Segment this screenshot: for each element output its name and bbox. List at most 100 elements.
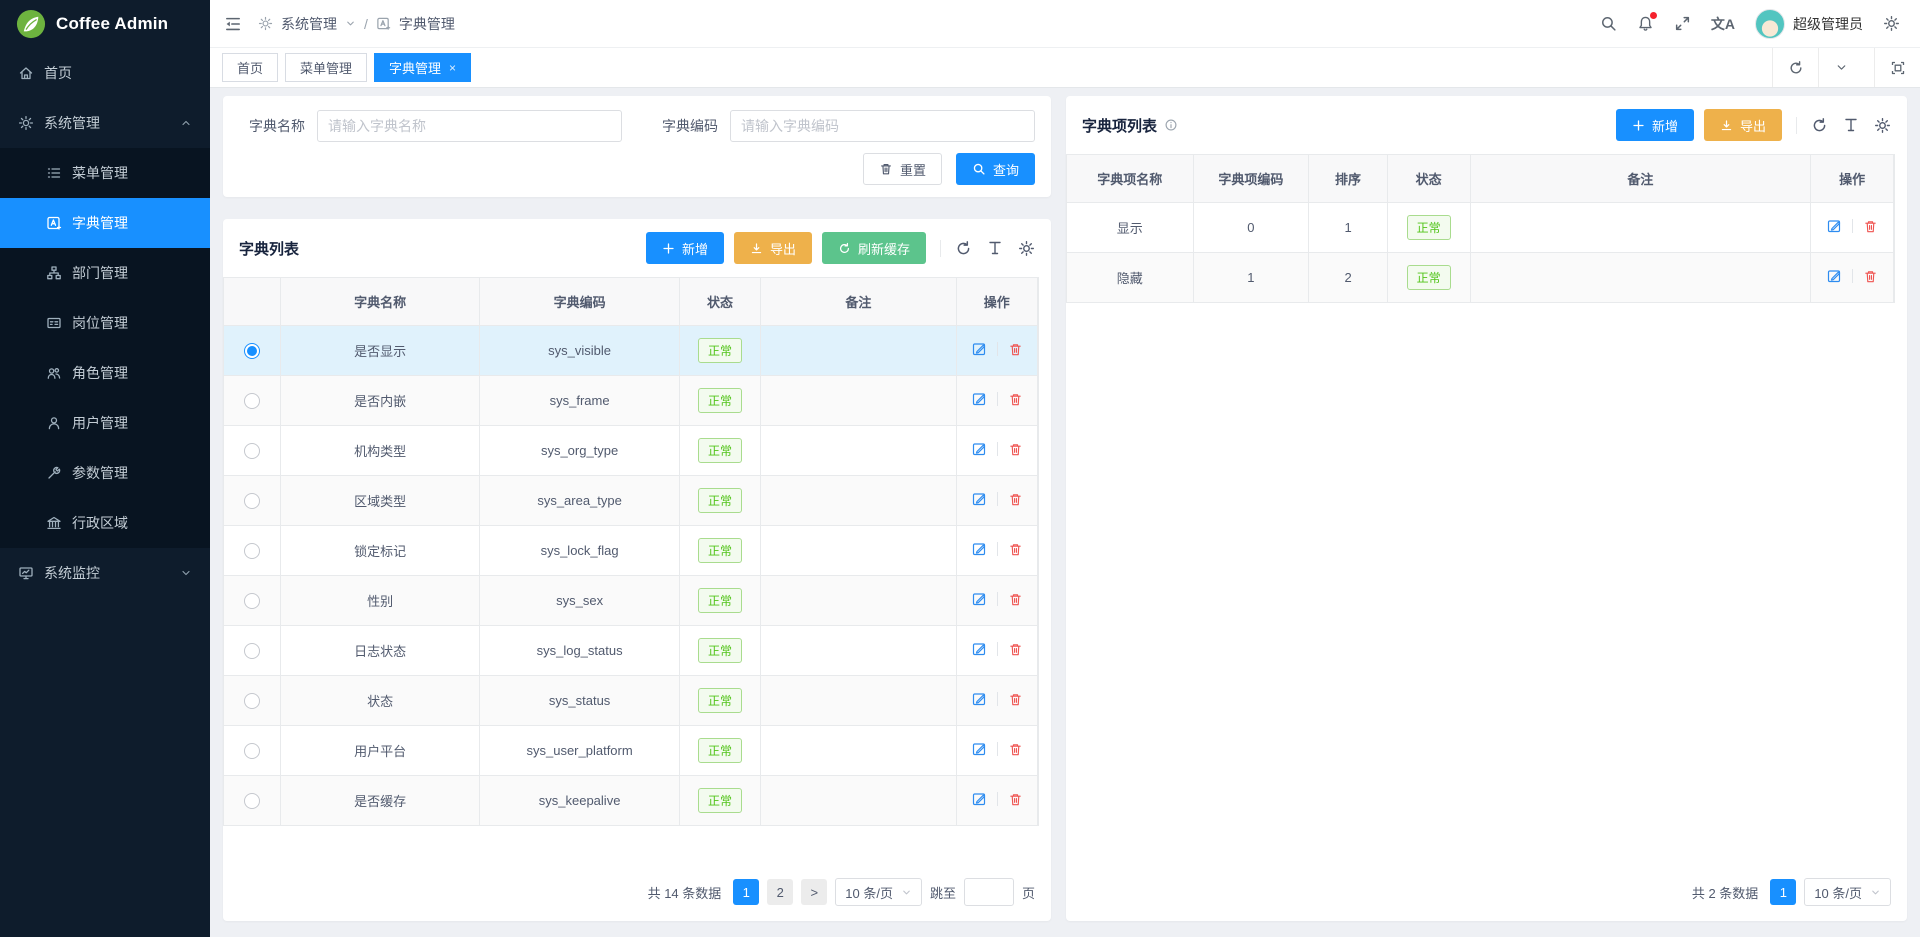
add-dict-item-button[interactable]: 新增 [1616,109,1694,141]
dict-item-row[interactable]: 显示 0 1 正常 [1067,203,1894,253]
page-size-select[interactable]: 10 条/页 [1804,878,1891,906]
row-select-radio[interactable] [244,593,260,609]
export-dict-button[interactable]: 导出 [734,232,812,264]
edit-icon[interactable] [971,791,987,807]
edit-icon[interactable] [1826,218,1842,234]
dict-table-row[interactable]: 机构类型 sys_org_type 正常 [224,426,1038,476]
page-size-select[interactable]: 10 条/页 [835,878,922,906]
row-select-radio[interactable] [244,343,260,359]
search-icon[interactable] [1600,15,1617,32]
user-menu[interactable]: 超级管理员 [1755,9,1863,39]
dict-table-row[interactable]: 是否内嵌 sys_frame 正常 [224,376,1038,426]
row-select-radio[interactable] [244,793,260,809]
close-icon[interactable]: × [449,61,456,75]
query-button[interactable]: 查询 [956,153,1035,185]
add-dict-button[interactable]: 新增 [646,232,724,264]
page-button-1[interactable]: 1 [733,879,759,905]
refresh-cache-button[interactable]: 刷新缓存 [822,232,926,264]
scrollbar-gutter[interactable] [1038,277,1051,826]
delete-icon[interactable] [1008,492,1023,507]
dict-item-row[interactable]: 隐藏 1 2 正常 [1067,253,1894,303]
maximize-content-button[interactable] [1874,48,1920,87]
edit-icon[interactable] [971,691,987,707]
notification-bell[interactable] [1637,15,1654,32]
dict-table-row[interactable]: 用户平台 sys_user_platform 正常 [224,726,1038,776]
edit-icon[interactable] [971,341,987,357]
refresh-tab-button[interactable] [1772,48,1818,87]
dict-table-row[interactable]: 状态 sys_status 正常 [224,676,1038,726]
row-height-icon[interactable] [1843,117,1859,133]
row-select-radio[interactable] [244,393,260,409]
sidebar-item-param-mgmt[interactable]: 参数管理 [0,448,210,498]
dict-table-row[interactable]: 是否缓存 sys_keepalive 正常 [224,776,1038,826]
row-height-icon[interactable] [987,240,1003,256]
dict-code-input[interactable] [730,110,1035,142]
edit-icon[interactable] [1826,268,1842,284]
row-select-radio[interactable] [244,493,260,509]
sidebar-item-dept-mgmt[interactable]: 部门管理 [0,248,210,298]
dict-table-row[interactable]: 日志状态 sys_log_status 正常 [224,626,1038,676]
column-settings-gear-icon[interactable] [1018,240,1035,257]
tab-home[interactable]: 首页 [222,53,278,82]
edit-icon[interactable] [971,741,987,757]
page-button-2[interactable]: 2 [767,879,793,905]
fullscreen-icon[interactable] [1674,15,1691,32]
jump-page-input[interactable] [964,878,1014,906]
row-select-radio[interactable] [244,693,260,709]
delete-icon[interactable] [1008,392,1023,407]
edit-icon[interactable] [971,391,987,407]
edit-icon[interactable] [971,491,987,507]
tab-menu-mgmt[interactable]: 菜单管理 [285,53,367,82]
delete-icon[interactable] [1008,592,1023,607]
dict-table-row[interactable]: 是否显示 sys_visible 正常 [224,326,1038,376]
refresh-table-icon[interactable] [955,240,972,257]
sidebar-item-menu-mgmt[interactable]: 菜单管理 [0,148,210,198]
tab-dict-mgmt[interactable]: 字典管理 × [374,53,471,82]
delete-icon[interactable] [1008,792,1023,807]
sidebar-item-dict-mgmt[interactable]: 字典管理 [0,198,210,248]
settings-gear-icon[interactable] [1883,15,1900,32]
edit-icon[interactable] [971,641,987,657]
row-select-radio[interactable] [244,743,260,759]
delete-icon[interactable] [1008,692,1023,707]
export-dict-items-button[interactable]: 导出 [1704,109,1782,141]
edit-icon[interactable] [971,541,987,557]
translate-icon[interactable]: 文A [1711,14,1735,34]
row-select-radio[interactable] [244,643,260,659]
divider [997,792,998,806]
dict-table-row[interactable]: 区域类型 sys_area_type 正常 [224,476,1038,526]
breadcrumb-parent[interactable]: 系统管理 [281,14,337,34]
dict-table-row[interactable]: 性别 sys_sex 正常 [224,576,1038,626]
sidebar-item-admin-region[interactable]: 行政区域 [0,498,210,548]
sidebar-item-monitor[interactable]: 系统监控 [0,548,210,598]
edit-icon[interactable] [971,591,987,607]
ops-cell [956,676,1037,726]
row-select-radio[interactable] [244,543,260,559]
sidebar-item-post-mgmt[interactable]: 岗位管理 [0,298,210,348]
sidebar-item-home[interactable]: 首页 [0,48,210,98]
bank-icon [46,515,62,531]
row-select-radio[interactable] [244,443,260,459]
dict-name-input[interactable] [317,110,622,142]
refresh-table-icon[interactable] [1811,117,1828,134]
sidebar-item-user-mgmt[interactable]: 用户管理 [0,398,210,448]
sidebar-item-role-mgmt[interactable]: 角色管理 [0,348,210,398]
status-cell: 正常 [679,576,760,626]
delete-icon[interactable] [1008,342,1023,357]
delete-icon[interactable] [1863,269,1878,284]
delete-icon[interactable] [1863,219,1878,234]
delete-icon[interactable] [1008,442,1023,457]
edit-icon[interactable] [971,441,987,457]
reset-button[interactable]: 重置 [863,153,942,185]
delete-icon[interactable] [1008,642,1023,657]
dict-table-row[interactable]: 锁定标记 sys_lock_flag 正常 [224,526,1038,576]
collapse-sidebar-icon[interactable] [224,15,242,33]
delete-icon[interactable] [1008,742,1023,757]
scrollbar-gutter[interactable] [1894,154,1907,303]
tab-options-button[interactable] [1818,48,1864,87]
page-button-1[interactable]: 1 [1770,879,1796,905]
delete-icon[interactable] [1008,542,1023,557]
sidebar-item-system[interactable]: 系统管理 [0,98,210,148]
column-settings-gear-icon[interactable] [1874,117,1891,134]
next-page-button[interactable]: > [801,879,827,905]
